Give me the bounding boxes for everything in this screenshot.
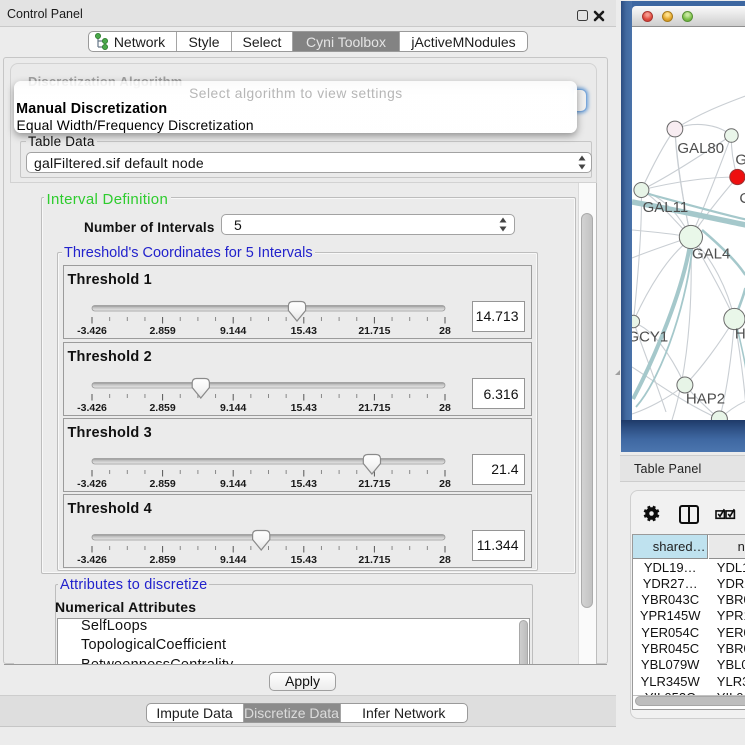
- svg-text:GCY1: GCY1: [632, 329, 668, 346]
- svg-text:15.43: 15.43: [290, 554, 316, 566]
- svg-text:21.715: 21.715: [358, 554, 390, 566]
- svg-text:HAP2: HAP2: [685, 391, 724, 408]
- svg-text:15.43: 15.43: [290, 325, 316, 337]
- svg-text:-3.426: -3.426: [77, 325, 107, 337]
- svg-text:9.144: 9.144: [220, 478, 246, 490]
- svg-text:28: 28: [439, 554, 451, 566]
- svg-text:2.859: 2.859: [149, 554, 175, 566]
- svg-text:GAL80: GAL80: [677, 140, 724, 157]
- svg-text:9.144: 9.144: [220, 325, 246, 337]
- svg-text:28: 28: [439, 478, 451, 490]
- svg-text:GA: GA: [735, 152, 745, 169]
- svg-text:21.715: 21.715: [358, 402, 390, 414]
- svg-text:9.144: 9.144: [220, 402, 246, 414]
- svg-text:-3.426: -3.426: [77, 478, 107, 490]
- svg-text:21.715: 21.715: [358, 478, 390, 490]
- svg-text:GAL4: GAL4: [692, 246, 730, 263]
- svg-text:2.859: 2.859: [149, 402, 175, 414]
- svg-text:2.859: 2.859: [149, 325, 175, 337]
- svg-text:GAL11: GAL11: [642, 199, 688, 216]
- svg-text:28: 28: [439, 402, 451, 414]
- svg-text:21.715: 21.715: [358, 325, 390, 337]
- svg-text:-3.426: -3.426: [77, 402, 107, 414]
- svg-text:9.144: 9.144: [220, 554, 246, 566]
- svg-text:2.859: 2.859: [149, 478, 175, 490]
- svg-text:HA: HA: [734, 326, 744, 343]
- svg-text:28: 28: [439, 325, 451, 337]
- svg-text:C: C: [739, 190, 745, 207]
- svg-text:15.43: 15.43: [290, 478, 316, 490]
- svg-text:15.43: 15.43: [290, 402, 316, 414]
- svg-text:-3.426: -3.426: [77, 554, 107, 566]
